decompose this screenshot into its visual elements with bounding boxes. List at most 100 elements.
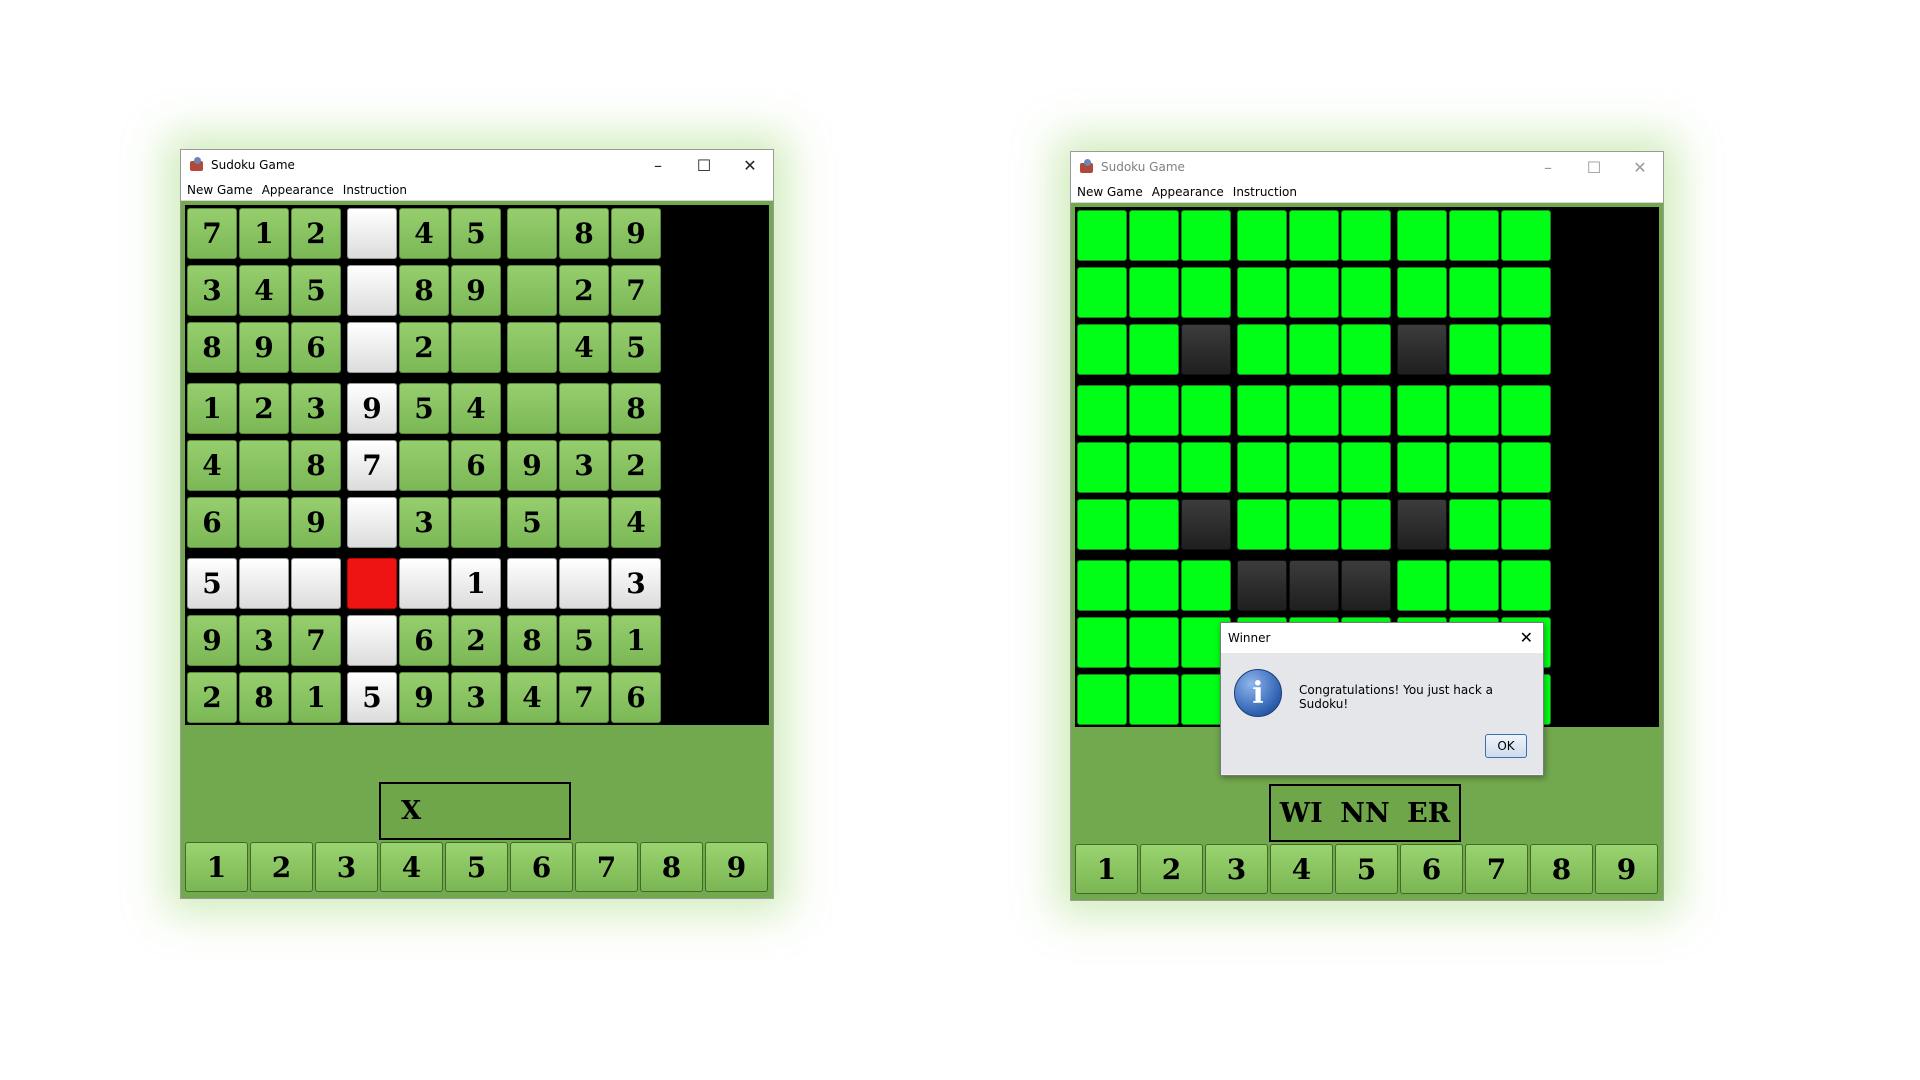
sudoku-cell[interactable]: 9: [187, 615, 237, 666]
sudoku-cell[interactable]: [1077, 385, 1127, 436]
sudoku-cell[interactable]: [1397, 210, 1447, 261]
number-button[interactable]: 5: [445, 842, 508, 892]
sudoku-cell[interactable]: [347, 265, 397, 316]
sudoku-cell[interactable]: 4: [451, 383, 501, 434]
number-button[interactable]: 2: [250, 842, 313, 892]
menu-instruction[interactable]: Instruction: [343, 183, 407, 197]
sudoku-cell[interactable]: 3: [399, 497, 449, 548]
number-button[interactable]: 4: [1270, 844, 1333, 894]
sudoku-cell[interactable]: [1181, 499, 1231, 550]
sudoku-cell[interactable]: [507, 383, 557, 434]
sudoku-cell[interactable]: [1449, 560, 1499, 611]
sudoku-cell[interactable]: 5: [187, 558, 237, 609]
number-button[interactable]: 3: [315, 842, 378, 892]
number-button[interactable]: 2: [1140, 844, 1203, 894]
sudoku-cell[interactable]: 5: [559, 615, 609, 666]
sudoku-cell[interactable]: 2: [291, 208, 341, 259]
sudoku-cell[interactable]: [1289, 210, 1339, 261]
sudoku-cell[interactable]: 8: [611, 383, 661, 434]
sudoku-cell[interactable]: [1077, 442, 1127, 493]
sudoku-cell[interactable]: 9: [611, 208, 661, 259]
sudoku-cell[interactable]: [1449, 267, 1499, 318]
menu-appearance[interactable]: Appearance: [262, 183, 334, 197]
sudoku-cell[interactable]: 5: [507, 497, 557, 548]
sudoku-cell[interactable]: 5: [291, 265, 341, 316]
sudoku-cell[interactable]: 9: [291, 497, 341, 548]
sudoku-cell[interactable]: [1397, 442, 1447, 493]
sudoku-cell[interactable]: 2: [239, 383, 289, 434]
number-button[interactable]: 6: [1400, 844, 1463, 894]
sudoku-cell[interactable]: 1: [451, 558, 501, 609]
sudoku-cell[interactable]: 6: [187, 497, 237, 548]
sudoku-cell[interactable]: 3: [611, 558, 661, 609]
sudoku-cell[interactable]: 9: [239, 322, 289, 373]
sudoku-cell[interactable]: [1501, 385, 1551, 436]
sudoku-cell[interactable]: [1129, 442, 1179, 493]
sudoku-cell[interactable]: [559, 497, 609, 548]
sudoku-cell[interactable]: [507, 322, 557, 373]
sudoku-cell[interactable]: 8: [507, 615, 557, 666]
number-button[interactable]: 1: [185, 842, 248, 892]
sudoku-cell[interactable]: 7: [347, 440, 397, 491]
sudoku-cell[interactable]: 2: [451, 615, 501, 666]
sudoku-cell[interactable]: [1181, 324, 1231, 375]
sudoku-cell[interactable]: [1181, 267, 1231, 318]
sudoku-cell[interactable]: 3: [239, 615, 289, 666]
sudoku-cell[interactable]: 8: [239, 672, 289, 723]
number-button[interactable]: 8: [640, 842, 703, 892]
sudoku-cell[interactable]: [559, 383, 609, 434]
sudoku-cell[interactable]: [347, 615, 397, 666]
sudoku-cell[interactable]: [347, 322, 397, 373]
sudoku-cell[interactable]: 9: [347, 383, 397, 434]
sudoku-cell[interactable]: 6: [451, 440, 501, 491]
sudoku-cell[interactable]: [1449, 442, 1499, 493]
sudoku-cell[interactable]: [1237, 560, 1287, 611]
close-icon[interactable]: ✕: [727, 150, 773, 180]
sudoku-cell[interactable]: [1501, 442, 1551, 493]
sudoku-cell[interactable]: [1397, 560, 1447, 611]
minimize-icon[interactable]: –: [1525, 152, 1571, 182]
sudoku-cell[interactable]: 9: [399, 672, 449, 723]
sudoku-cell[interactable]: [1237, 442, 1287, 493]
sudoku-cell[interactable]: 9: [451, 265, 501, 316]
sudoku-cell[interactable]: 7: [291, 615, 341, 666]
sudoku-cell[interactable]: 2: [559, 265, 609, 316]
title-bar[interactable]: Sudoku Game – ☐ ✕: [1071, 152, 1663, 182]
sudoku-cell[interactable]: 4: [611, 497, 661, 548]
sudoku-cell[interactable]: [1289, 267, 1339, 318]
dialog-title-bar[interactable]: Winner ✕: [1221, 623, 1543, 653]
sudoku-cell[interactable]: [1289, 324, 1339, 375]
sudoku-cell[interactable]: [1237, 267, 1287, 318]
sudoku-cell[interactable]: [347, 208, 397, 259]
sudoku-cell[interactable]: [1237, 210, 1287, 261]
sudoku-cell[interactable]: [1129, 210, 1179, 261]
sudoku-cell[interactable]: [1077, 674, 1127, 725]
sudoku-cell[interactable]: 2: [399, 322, 449, 373]
sudoku-cell[interactable]: [1129, 324, 1179, 375]
sudoku-cell[interactable]: 7: [611, 265, 661, 316]
sudoku-cell[interactable]: 4: [559, 322, 609, 373]
sudoku-cell[interactable]: 5: [451, 208, 501, 259]
number-button[interactable]: 9: [1595, 844, 1658, 894]
sudoku-cell[interactable]: [239, 558, 289, 609]
sudoku-cell[interactable]: [1077, 617, 1127, 668]
sudoku-cell[interactable]: [1341, 560, 1391, 611]
sudoku-cell[interactable]: 2: [611, 440, 661, 491]
sudoku-cell[interactable]: [1341, 324, 1391, 375]
sudoku-cell[interactable]: [1181, 385, 1231, 436]
sudoku-cell[interactable]: 3: [451, 672, 501, 723]
number-button[interactable]: 5: [1335, 844, 1398, 894]
number-button[interactable]: 7: [1465, 844, 1528, 894]
menu-appearance[interactable]: Appearance: [1152, 185, 1224, 199]
sudoku-cell[interactable]: [1501, 324, 1551, 375]
sudoku-cell[interactable]: [1501, 210, 1551, 261]
sudoku-cell[interactable]: [1289, 385, 1339, 436]
sudoku-cell[interactable]: [1289, 442, 1339, 493]
number-button[interactable]: 8: [1530, 844, 1593, 894]
menu-instruction[interactable]: Instruction: [1233, 185, 1297, 199]
sudoku-cell[interactable]: [1397, 267, 1447, 318]
maximize-icon[interactable]: ☐: [681, 150, 727, 180]
sudoku-cell[interactable]: 7: [559, 672, 609, 723]
sudoku-cell[interactable]: [559, 558, 609, 609]
sudoku-cell[interactable]: [1341, 499, 1391, 550]
